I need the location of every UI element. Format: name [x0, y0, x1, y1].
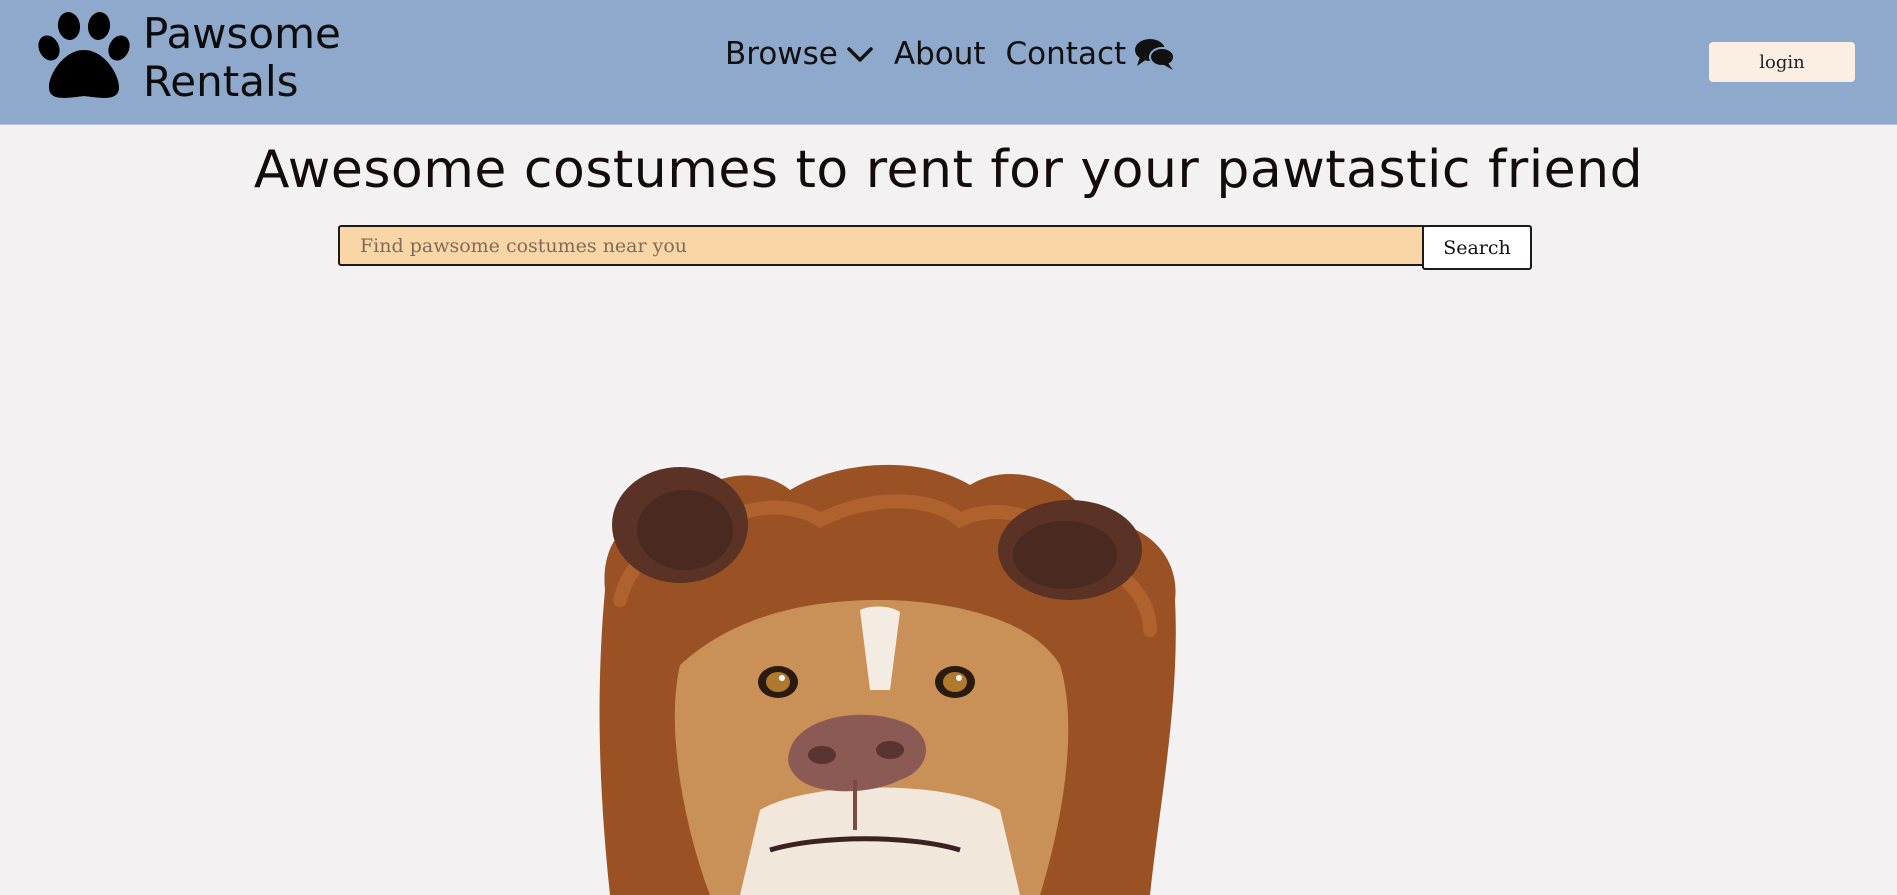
chat-bubbles-icon [1135, 39, 1176, 70]
page-headline: Awesome costumes to rent for your pawtas… [253, 140, 1644, 200]
site-header: Pawsome Rentals Browse About Contact log… [0, 0, 1897, 125]
login-button[interactable]: login [1709, 42, 1855, 82]
search-input[interactable] [338, 225, 1424, 266]
nav-contact-label: Contact [1005, 36, 1127, 72]
nav-browse[interactable]: Browse [725, 36, 874, 72]
nav-contact[interactable]: Contact [1006, 36, 1177, 72]
main-nav: Browse About Contact [725, 36, 1196, 72]
nav-about[interactable]: About [894, 36, 986, 72]
nav-about-label: About [893, 36, 986, 72]
brand-line-1: Pawsome [143, 9, 341, 58]
brand-name: Pawsome Rentals [143, 10, 341, 106]
brand-line-2: Rentals [143, 57, 299, 106]
search-bar: Search [338, 225, 1534, 270]
search-button[interactable]: Search [1422, 225, 1532, 270]
paw-icon [38, 12, 130, 98]
chevron-down-icon [847, 47, 873, 62]
hero-dog-image [599, 464, 1176, 895]
brand-logo[interactable]: Pawsome Rentals [35, 10, 341, 106]
nav-browse-label: Browse [725, 36, 838, 72]
